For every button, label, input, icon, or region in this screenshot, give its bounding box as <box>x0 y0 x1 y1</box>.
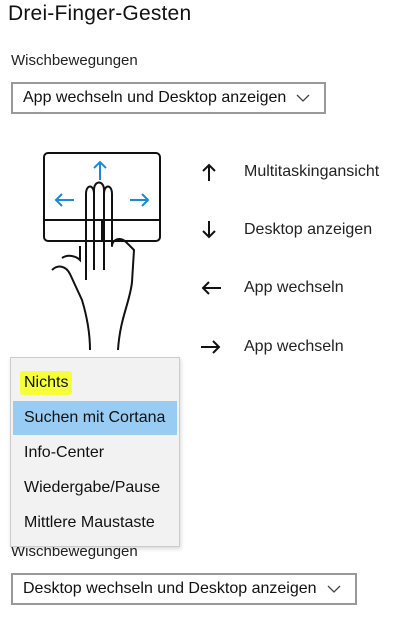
four-finger-dropdown-value: Desktop wechseln und Desktop anzeigen <box>23 580 317 597</box>
gesture-row-right: App wechseln <box>200 335 344 359</box>
gesture-label-left: App wechseln <box>244 279 344 296</box>
three-finger-touchpad-illustration <box>38 150 170 351</box>
swipe-dropdown[interactable]: App wechseln und Desktop anzeigen <box>11 82 326 114</box>
popup-option-label: Info-Center <box>24 444 105 461</box>
chevron-down-icon <box>296 94 310 102</box>
gesture-row-left: App wechseln <box>200 276 344 300</box>
arrow-left-icon <box>200 276 226 300</box>
gesture-label-right: App wechseln <box>244 338 344 355</box>
popup-option-info-center[interactable]: Info-Center <box>13 436 177 470</box>
swipe-dropdown-value: App wechseln und Desktop anzeigen <box>23 89 287 106</box>
popup-option-label: Suchen mit Cortana <box>24 409 166 426</box>
popup-option-wiedergabe-pause[interactable]: Wiedergabe/Pause <box>13 471 177 505</box>
popup-option-label: Nichts <box>20 371 73 395</box>
swipe-label: Wischbewegungen <box>11 52 138 69</box>
popup-option-nichts[interactable]: Nichts <box>13 366 177 400</box>
arrow-down-icon <box>200 218 226 242</box>
gesture-label-down: Desktop anzeigen <box>244 221 373 238</box>
arrow-right-icon <box>200 335 226 359</box>
popup-option-label: Wiedergabe/Pause <box>24 479 161 496</box>
four-finger-swipe-dropdown[interactable]: Desktop wechseln und Desktop anzeigen <box>11 573 357 605</box>
arrow-up-icon <box>200 160 226 184</box>
page-title: Drei-Finger-Gesten <box>8 2 192 25</box>
popup-option-suchen-mit-cortana[interactable]: Suchen mit Cortana <box>13 401 177 435</box>
tap-action-popup-menu: Nichts Suchen mit Cortana Info-Center Wi… <box>10 357 180 547</box>
gesture-label-up: Multitaskingansicht <box>244 163 380 180</box>
gesture-row-up: Multitaskingansicht <box>200 160 379 184</box>
gesture-row-down: Desktop anzeigen <box>200 218 372 242</box>
popup-option-mittlere-maustaste[interactable]: Mittlere Maustaste <box>13 506 177 540</box>
popup-option-label: Mittlere Maustaste <box>24 514 155 531</box>
chevron-down-icon <box>327 585 341 593</box>
